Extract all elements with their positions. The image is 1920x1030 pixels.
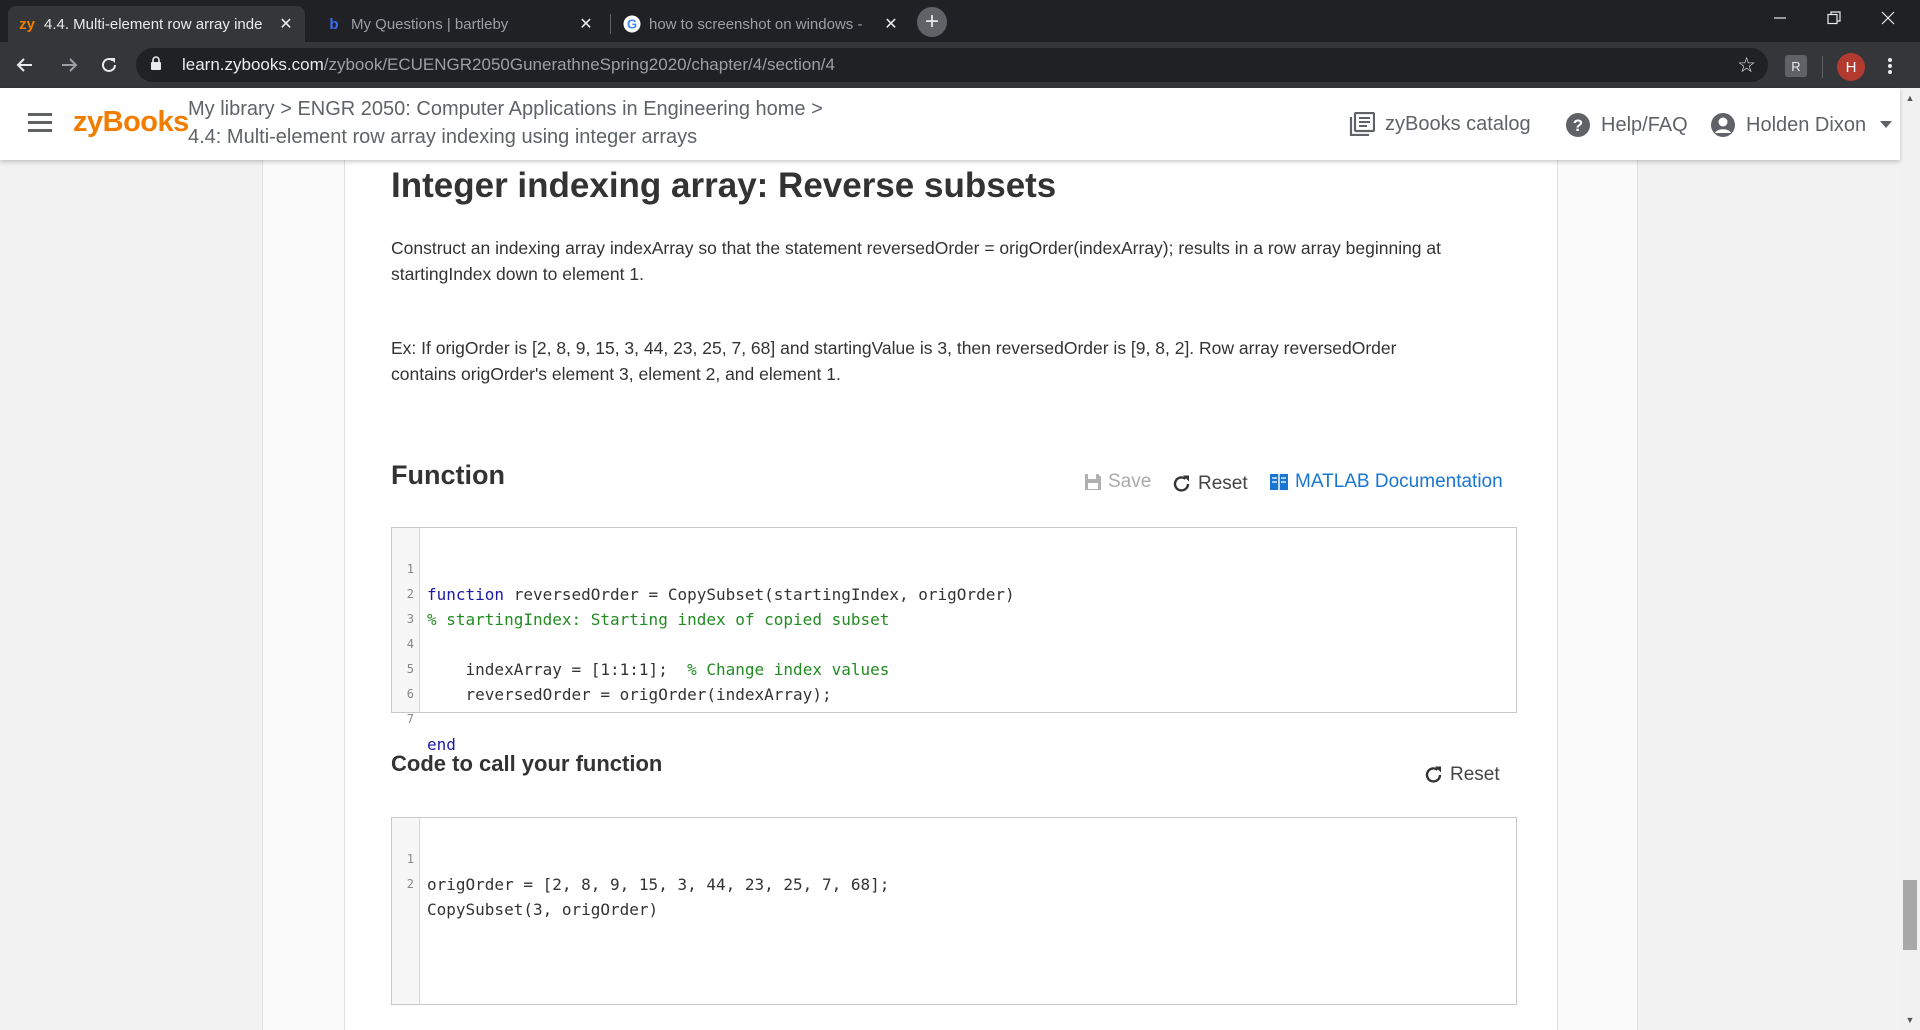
extension-icon[interactable]: R: [1785, 55, 1807, 77]
zybooks-favicon-icon: zy: [19, 15, 35, 33]
tab-divider: [610, 14, 611, 34]
scrollbar-thumb[interactable]: [1903, 880, 1917, 950]
browser-tab-bar: zy 4.4. Multi-element row array inde ✕ b…: [0, 0, 1920, 42]
code-line: 6: [406, 687, 414, 701]
call-reset-button[interactable]: Reset: [1424, 764, 1500, 786]
back-arrow-icon[interactable]: [10, 50, 40, 80]
instructions-paragraph: Construct an indexing array indexArray s…: [391, 238, 1441, 284]
user-avatar-icon: [1710, 112, 1736, 138]
code-line: 4 indexArray = [1:1:1]; % Change index v…: [406, 637, 890, 679]
function-reset-button[interactable]: Reset: [1172, 473, 1248, 495]
function-code-editor[interactable]: 1 function reversedOrder = CopySubset(st…: [391, 527, 1517, 754]
example-paragraph: Ex: If origOrder is [2, 8, 9, 15, 3, 44,…: [391, 338, 1397, 384]
call-code-heading: Code to call your function: [391, 751, 663, 776]
reset-icon: [1172, 474, 1192, 494]
code-line: 3: [406, 612, 414, 626]
close-window-icon[interactable]: [1860, 0, 1916, 36]
url-path: /zybook/ECUENGR2050GunerathneSpring2020/…: [323, 55, 835, 74]
zybooks-catalog-link[interactable]: zyBooks catalog: [1349, 112, 1531, 136]
google-favicon-icon: G: [623, 15, 641, 33]
catalog-label: zyBooks catalog: [1385, 112, 1531, 135]
reset-label: Reset: [1450, 764, 1500, 785]
chevron-down-icon: [1880, 121, 1893, 129]
save-button[interactable]: Save: [1084, 471, 1151, 493]
close-tab-icon[interactable]: ✕: [577, 15, 595, 33]
bookmark-star-icon[interactable]: ☆: [1737, 53, 1756, 78]
lock-icon: [150, 56, 170, 74]
tab-bartleby[interactable]: b My Questions | bartleby ✕: [315, 6, 605, 42]
zybooks-logo[interactable]: zyBooks: [73, 106, 189, 139]
tab-zybooks[interactable]: zy 4.4. Multi-element row array inde ✕: [8, 6, 305, 42]
zybooks-header: zyBooks My library > ENGR 2050: Computer…: [0, 88, 1900, 160]
code-line: 1 function reversedOrder = CopySubset(st…: [406, 562, 1015, 604]
help-faq-link[interactable]: ? Help/FAQ: [1565, 112, 1688, 138]
help-label: Help/FAQ: [1601, 113, 1688, 136]
user-menu[interactable]: Holden Dixon: [1710, 112, 1893, 138]
matlab-doc-label: MATLAB Documentation: [1295, 471, 1503, 492]
restore-icon[interactable]: [1806, 0, 1862, 36]
function-heading: Function: [391, 460, 505, 490]
save-label: Save: [1108, 471, 1152, 492]
browser-toolbar: learn.zybooks.com/zybook/ECUENGR2050Gune…: [0, 42, 1920, 88]
breadcrumb-line-1[interactable]: My library > ENGR 2050: Computer Applica…: [188, 98, 823, 121]
minimize-icon[interactable]: [1752, 0, 1808, 36]
tab-google[interactable]: G how to screenshot on windows - ✕: [613, 6, 910, 42]
tab-title: My Questions | bartleby: [351, 15, 509, 33]
hamburger-menu-icon[interactable]: [28, 113, 52, 133]
code-line: 2 CopySubset(3, origOrder): [406, 877, 659, 919]
url-host: learn.zybooks.com: [182, 55, 324, 74]
close-tab-icon[interactable]: ✕: [882, 15, 900, 33]
reload-icon[interactable]: [94, 50, 124, 80]
reset-label: Reset: [1198, 473, 1248, 494]
floppy-disk-icon: [1084, 473, 1102, 491]
breadcrumb-line-2: 4.4: Multi-element row array indexing us…: [188, 126, 698, 148]
scroll-down-arrow-icon[interactable]: ▼: [1904, 1014, 1916, 1026]
new-tab-button[interactable]: +: [917, 7, 947, 37]
help-icon: ?: [1565, 112, 1591, 138]
reset-icon: [1424, 765, 1444, 785]
profile-avatar[interactable]: H: [1837, 53, 1865, 81]
svg-text:?: ?: [1573, 116, 1583, 135]
catalog-icon: [1349, 112, 1375, 136]
svg-text:G: G: [627, 17, 637, 32]
activity-title: Integer indexing array: Reverse subsets: [391, 166, 1057, 205]
code-line: 7 end: [406, 712, 456, 754]
code-line: 2 % startingIndex: Starting index of cop…: [406, 587, 890, 629]
tab-title: 4.4. Multi-element row array inde: [44, 15, 263, 33]
browser-menu-icon[interactable]: [1880, 50, 1900, 82]
book-icon: [1269, 473, 1289, 491]
code-line: 5 reversedOrder = origOrder(indexArray);: [406, 662, 832, 704]
close-tab-icon[interactable]: ✕: [277, 15, 295, 33]
call-code-editor[interactable]: 1 origOrder = [2, 8, 9, 15, 3, 44, 23, 2…: [391, 817, 1517, 1005]
address-bar[interactable]: learn.zybooks.com/zybook/ECUENGR2050Gune…: [136, 48, 1768, 82]
forward-arrow-icon[interactable]: [54, 50, 84, 80]
tab-title: how to screenshot on windows -: [649, 15, 863, 33]
toolbar-divider: [1822, 56, 1823, 78]
bartleby-favicon-icon: b: [329, 15, 339, 33]
matlab-documentation-link[interactable]: MATLAB Documentation: [1269, 471, 1503, 493]
scroll-up-arrow-icon[interactable]: ▲: [1904, 92, 1916, 104]
user-name: Holden Dixon: [1746, 113, 1867, 136]
code-line: 1 origOrder = [2, 8, 9, 15, 3, 44, 23, 2…: [406, 852, 890, 894]
